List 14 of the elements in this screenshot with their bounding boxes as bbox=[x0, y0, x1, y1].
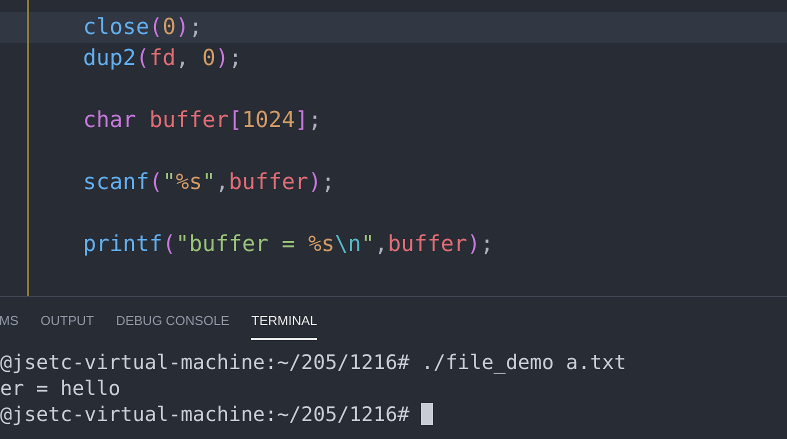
terminal-line: @jsetc-virtual-machine:~/205/1216# bbox=[0, 401, 410, 427]
code-editor[interactable]: close(0); dup2(fd, 0); char buffer[1024]; scanf("%s",buffer); printf("buffer = %s\n",buffer); bbox=[0, 0, 787, 296]
code-line: close(0); bbox=[83, 14, 202, 42]
code-line: scanf("%s",buffer); bbox=[83, 169, 335, 197]
terminal-line: @jsetc-virtual-machine:~/205/1216# ./file_demo a.txt bbox=[0, 349, 626, 375]
code-line: char buffer[1024]; bbox=[83, 107, 322, 135]
panel-tab[interactable]: OUTPUT bbox=[40, 304, 94, 340]
panel-tab[interactable]: DEBUG CONSOLE bbox=[116, 304, 230, 340]
panel-tab[interactable]: MS bbox=[0, 304, 18, 340]
terminal[interactable]: @jsetc-virtual-machine:~/205/1216# ./file_demo a.txt er = hello @jsetc-virtual-machine:~/205/1216# bbox=[0, 345, 787, 439]
panel-tab[interactable]: TERMINAL bbox=[251, 304, 318, 340]
code-line: dup2(fd, 0); bbox=[83, 45, 242, 73]
terminal-line: er = hello bbox=[0, 375, 120, 401]
code-line: printf("buffer = %s\n",buffer); bbox=[83, 231, 494, 259]
